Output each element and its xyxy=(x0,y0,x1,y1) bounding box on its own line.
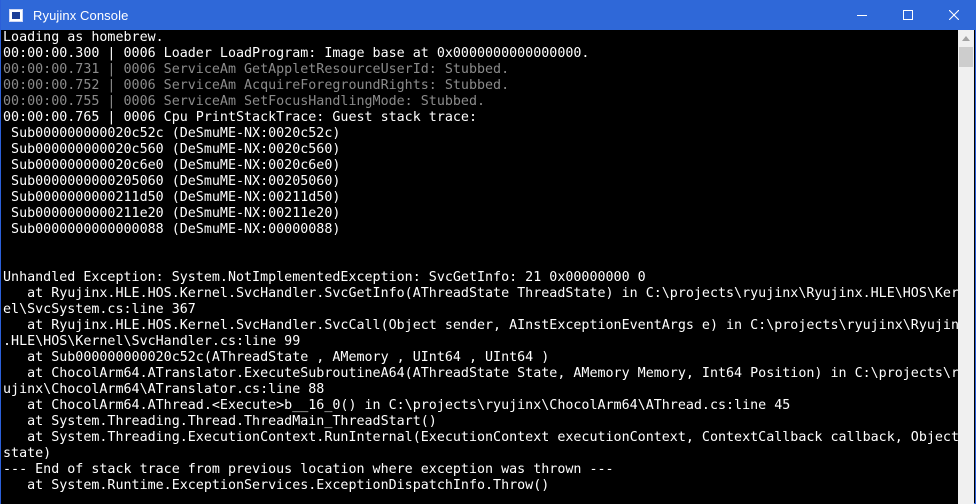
console-output[interactable]: Loading as homebrew. 00:00:00.300 | 0006 … xyxy=(1,30,961,504)
window-title: Ryujinx Console xyxy=(33,7,129,23)
minimize-icon xyxy=(857,15,867,16)
scroll-up-arrow-icon xyxy=(962,35,970,41)
console-line: at System.Runtime.ExceptionServices.Exce… xyxy=(3,478,550,493)
console-line: 00:00:00.752 | 0006 ServiceAm AcquireFor… xyxy=(3,78,510,93)
console-line: at Sub000000000020c52c(AThreadState , AM… xyxy=(3,350,550,365)
console-line: 00:00:00.300 | 0006 Loader LoadProgram: … xyxy=(3,46,590,61)
vertical-scrollbar[interactable] xyxy=(958,30,974,504)
console-line: Unhandled Exception: System.NotImplement… xyxy=(3,270,646,285)
console-line: Sub0000000000211e20 (DeSmuME-NX:00211e20… xyxy=(3,206,341,221)
console-line: .HLE\HOS\Kernel\SvcHandler.cs:line 99 xyxy=(3,334,301,349)
console-line: 00:00:00.765 | 0006 Cpu PrintStackTrace:… xyxy=(3,110,477,125)
console-app-icon xyxy=(9,8,23,22)
console-line: el\SvcSystem.cs:line 367 xyxy=(3,302,196,317)
console-line: Loading as homebrew. xyxy=(3,30,164,45)
scrollbar-thumb[interactable] xyxy=(959,47,973,67)
maximize-button[interactable] xyxy=(885,0,931,30)
console-line: Sub0000000000211d50 (DeSmuME-NX:00211d50… xyxy=(3,190,341,205)
console-line: at System.Threading.Thread.ThreadMain_Th… xyxy=(3,414,437,429)
close-button[interactable] xyxy=(931,0,976,30)
console-line: ujinx\ChocolArm64\ATranslator.cs:line 88 xyxy=(3,382,325,397)
console-line: Sub000000000020c560 (DeSmuME-NX:0020c560… xyxy=(3,142,341,157)
console-line: at Ryujinx.HLE.HOS.Kernel.SvcHandler.Svc… xyxy=(3,318,961,333)
console-line: at Ryujinx.HLE.HOS.Kernel.SvcHandler.Svc… xyxy=(3,286,961,301)
console-window: Ryujinx Console Loading as homebrew. 00:0… xyxy=(0,0,976,504)
console-line: Sub000000000020c52c (DeSmuME-NX:0020c52c… xyxy=(3,126,341,141)
scroll-up-button[interactable] xyxy=(958,30,974,46)
console-line: Sub0000000000000088 (DeSmuME-NX:00000088… xyxy=(3,222,341,237)
console-line: state) xyxy=(3,446,52,461)
console-line: at System.Threading.ExecutionContext.Run… xyxy=(3,430,960,445)
console-line: at ChocolArm64.ATranslator.ExecuteSubrou… xyxy=(3,366,961,381)
console-line: --- End of stack trace from previous loc… xyxy=(3,462,614,477)
minimize-button[interactable] xyxy=(839,0,885,30)
window-controls xyxy=(839,0,976,30)
console-line: 00:00:00.731 | 0006 ServiceAm GetAppletR… xyxy=(3,62,510,77)
title-bar[interactable]: Ryujinx Console xyxy=(1,0,976,30)
console-line: 00:00:00.755 | 0006 ServiceAm SetFocusHa… xyxy=(3,94,486,109)
console-line: Sub000000000020c6e0 (DeSmuME-NX:0020c6e0… xyxy=(3,158,341,173)
console-line: at ChocolArm64.AThread.<Execute>b__16_0(… xyxy=(3,398,791,413)
close-icon xyxy=(949,10,959,20)
console-line: Sub0000000000205060 (DeSmuME-NX:00205060… xyxy=(3,174,341,189)
maximize-icon xyxy=(903,10,913,20)
